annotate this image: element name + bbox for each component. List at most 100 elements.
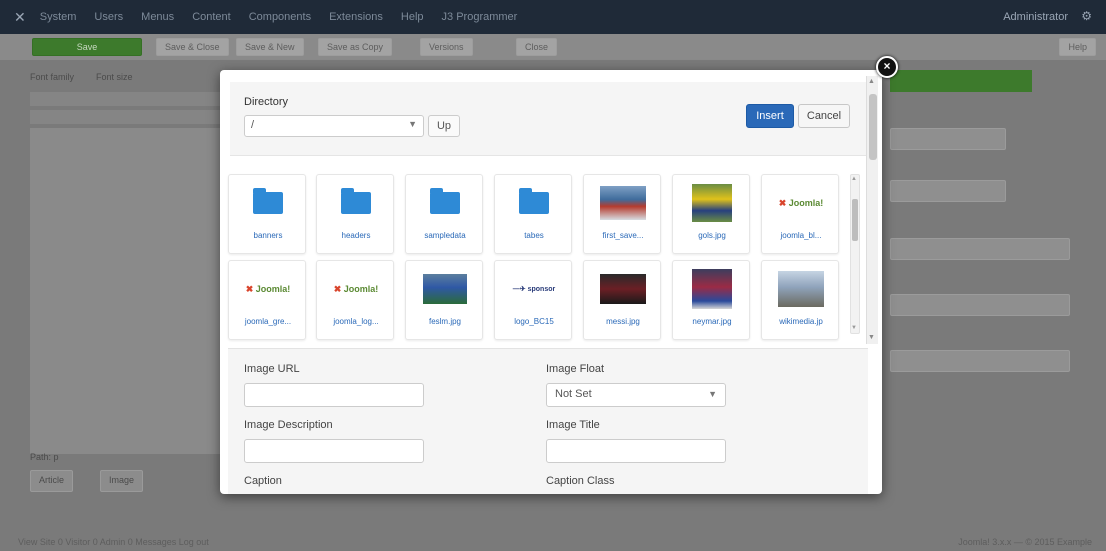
side-field[interactable]	[890, 180, 1006, 202]
up-button[interactable]: Up	[428, 115, 460, 137]
image-manager-modal: Directory / ▼ Up Insert Cancel banners h…	[220, 70, 882, 494]
save-button[interactable]: Save	[32, 38, 142, 56]
scroll-up-icon[interactable]: ▲	[851, 176, 857, 182]
menu-system[interactable]: System	[40, 11, 77, 23]
scroll-up-icon[interactable]: ▲	[868, 78, 875, 85]
font-family-select[interactable]: Font family	[30, 72, 74, 82]
image-tile[interactable]: ✖ Joomla! joomla_log...	[316, 260, 394, 340]
image-tile[interactable]: ✖ Joomla! joomla_bl...	[761, 174, 839, 254]
side-field[interactable]	[890, 294, 1070, 316]
tile-caption: wikimedia.jp	[779, 317, 823, 326]
footer-status: View Site 0 Visitor 0 Admin 0 Messages L…	[18, 537, 209, 547]
image-tile[interactable]: wikimedia.jp	[761, 260, 839, 340]
gear-icon[interactable]: ⚙	[1081, 9, 1092, 23]
tile-caption: first_save...	[602, 231, 644, 240]
scroll-down-icon[interactable]: ▼	[851, 325, 857, 331]
tile-caption: gols.jpg	[698, 231, 726, 240]
side-field[interactable]	[890, 350, 1070, 372]
menu-users[interactable]: Users	[94, 11, 123, 23]
image-tile[interactable]: gols.jpg	[672, 174, 750, 254]
font-size-select[interactable]: Font size	[96, 72, 133, 82]
image-thumbnail	[423, 274, 467, 304]
joomla-logo-thumbnail: ✖ Joomla!	[778, 197, 824, 208]
tile-caption: logo_BC15	[514, 317, 554, 326]
folder-tile[interactable]: sampledata	[405, 174, 483, 254]
versions-button[interactable]: Versions	[420, 38, 473, 56]
image-float-value: Not Set	[555, 388, 592, 400]
scrollbar-thumb[interactable]	[869, 94, 877, 160]
folder-icon	[341, 188, 371, 214]
image-thumbnail	[778, 271, 824, 307]
image-url-input[interactable]	[244, 383, 424, 407]
image-tile[interactable]: ✖ Joomla! joomla_gre...	[228, 260, 306, 340]
sponsor-logo-thumbnail: —✈ sponsor	[512, 286, 556, 293]
image-tile[interactable]: —✈ sponsor logo_BC15	[494, 260, 572, 340]
admin-toolbar: Save Save & Close Save & New Save as Cop…	[0, 34, 1106, 60]
side-field[interactable]	[890, 128, 1006, 150]
menu-content[interactable]: Content	[192, 11, 231, 23]
folder-icon	[519, 188, 549, 214]
image-title-label: Image Title	[546, 419, 600, 431]
editor-content-area[interactable]	[30, 128, 232, 454]
image-url-label: Image URL	[244, 363, 300, 375]
status-bar	[890, 70, 1032, 92]
article-button[interactable]: Article	[30, 470, 74, 492]
directory-select[interactable]: / ▼	[244, 115, 424, 137]
insert-button[interactable]: Insert	[746, 104, 794, 128]
editor-path: Path: p	[30, 452, 59, 462]
joomla-logo-thumbnail: ✖ Joomla!	[245, 283, 291, 294]
directory-value: /	[251, 119, 255, 131]
chevron-down-icon: ▼	[708, 389, 717, 399]
chevron-down-icon: ▼	[408, 119, 417, 129]
tile-caption: sampledata	[424, 231, 466, 240]
tile-caption: banners	[253, 231, 283, 240]
help-button[interactable]: Help	[1059, 38, 1096, 56]
save-close-button[interactable]: Save & Close	[156, 38, 229, 56]
tile-caption: messi.jpg	[606, 317, 640, 326]
scrollbar-thumb[interactable]	[852, 199, 858, 241]
tile-caption: joomla_bl...	[780, 231, 822, 240]
image-properties-form: Image URL Image Float Not Set ▼ Image De…	[228, 348, 868, 494]
user-menu[interactable]: Administrator	[1003, 11, 1068, 23]
joomla-logo-icon[interactable]: ✕	[14, 9, 26, 26]
joomla-logo-thumbnail: ✖ Joomla!	[333, 283, 379, 294]
tile-caption: feslm.jpg	[428, 317, 461, 326]
tile-caption: headers	[341, 231, 371, 240]
image-title-input[interactable]	[546, 439, 726, 463]
editor-toolbar-row	[30, 110, 220, 124]
save-copy-button[interactable]: Save as Copy	[318, 38, 393, 56]
media-browser: banners headers sampledata tabes first_s…	[228, 166, 848, 342]
save-new-button[interactable]: Save & New	[236, 38, 304, 56]
tile-caption: joomla_gre...	[244, 317, 292, 326]
folder-tile[interactable]: headers	[316, 174, 394, 254]
image-thumbnail	[692, 269, 732, 309]
close-icon[interactable]: ×	[876, 56, 898, 78]
editor-toolbar-row	[30, 92, 220, 106]
image-tile[interactable]: messi.jpg	[583, 260, 661, 340]
menu-extensions[interactable]: Extensions	[329, 11, 383, 23]
image-thumbnail	[600, 186, 646, 220]
close-toolbar-button[interactable]: Close	[516, 38, 558, 56]
caption-class-label: Caption Class	[546, 475, 615, 487]
modal-scrollbar[interactable]: ▲ ▼	[866, 76, 878, 344]
tile-caption: tabes	[524, 231, 544, 240]
image-tile[interactable]: feslm.jpg	[405, 260, 483, 340]
scroll-down-icon[interactable]: ▼	[868, 334, 875, 341]
folder-tile[interactable]: tabes	[494, 174, 572, 254]
image-tile[interactable]: first_save...	[583, 174, 661, 254]
image-description-label: Image Description	[244, 419, 333, 431]
image-float-select[interactable]: Not Set ▼	[546, 383, 726, 407]
folder-tile[interactable]: banners	[228, 174, 306, 254]
media-browser-scrollbar[interactable]: ▲ ▼	[850, 174, 860, 334]
image-button[interactable]: Image	[100, 470, 144, 492]
image-float-label: Image Float	[546, 363, 605, 375]
menu-menus[interactable]: Menus	[141, 11, 174, 23]
menu-components[interactable]: Components	[249, 11, 311, 23]
menu-help[interactable]: Help	[401, 11, 424, 23]
menu-site-name[interactable]: J3 Programmer	[442, 11, 518, 23]
caption-label: Caption	[244, 475, 282, 487]
cancel-button[interactable]: Cancel	[798, 104, 850, 128]
side-field[interactable]	[890, 238, 1070, 260]
image-tile[interactable]: neymar.jpg	[672, 260, 750, 340]
image-description-input[interactable]	[244, 439, 424, 463]
